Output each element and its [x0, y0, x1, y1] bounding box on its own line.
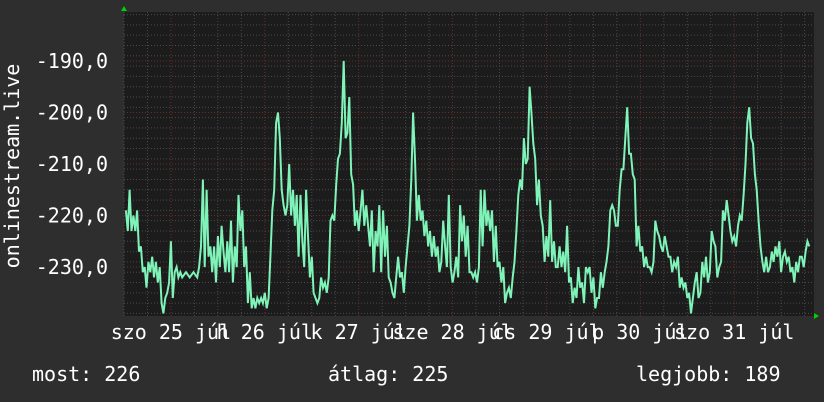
- x-tick-label: szo 25 júl: [111, 320, 231, 344]
- y-axis-arrow-icon: [121, 6, 127, 11]
- x-tick-label: cs 29 júl: [492, 320, 600, 344]
- y-tick-label: -230,0: [36, 255, 108, 279]
- average-value: átlag: 225: [328, 362, 449, 386]
- line-chart: -190,0 -200,0 -210,0 -220,0 -230,0 szo 25 jú…: [0, 6, 819, 344]
- y-axis-label: onlinestream.live: [0, 64, 24, 269]
- y-tick-label: -200,0: [36, 100, 108, 124]
- x-tick-label: h 26 júl: [217, 320, 313, 344]
- summary-footer: most: 226 átlag: 225 legjobb: 189: [0, 360, 824, 390]
- current-value: most: 226: [32, 362, 141, 386]
- y-tick-label: -220,0: [36, 204, 108, 228]
- x-axis-ticks: szo 25 júlh 26 júlk 27 júlsze 28 júlcs 2…: [111, 320, 795, 344]
- y-tick-label: -210,0: [36, 152, 108, 176]
- best-value: legjobb: 189: [636, 362, 781, 386]
- x-axis-arrow-icon: [814, 313, 819, 319]
- x-tick-label: szo 31 júl: [674, 320, 794, 344]
- y-axis-ticks: -190,0 -200,0 -210,0 -220,0 -230,0: [36, 49, 108, 279]
- y-tick-label: -190,0: [36, 49, 108, 73]
